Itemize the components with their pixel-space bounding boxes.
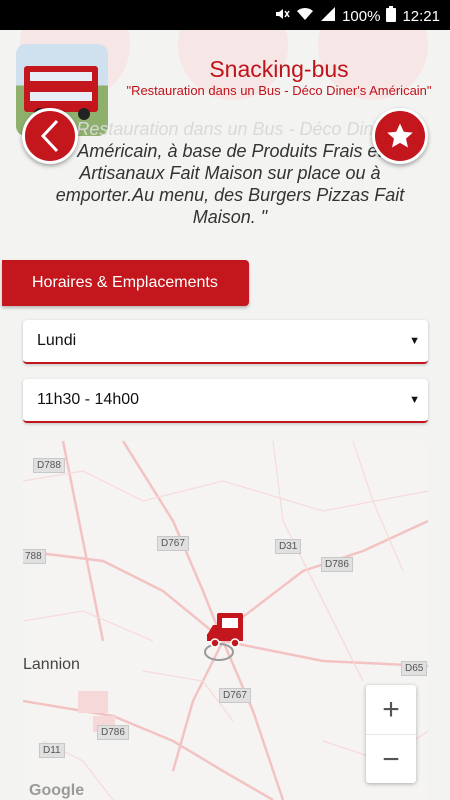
battery-level: 100% <box>342 7 381 25</box>
battery-icon <box>386 6 397 26</box>
time-select[interactable]: 11h30 - 14h00 ▼ <box>23 379 428 423</box>
back-button[interactable] <box>22 108 78 164</box>
road-label: D65 <box>401 661 428 676</box>
business-title: Snacking-bus <box>209 56 349 82</box>
map-attribution: Google <box>29 782 85 799</box>
signal-icon <box>320 6 336 26</box>
day-select-value: Lundi <box>37 332 77 349</box>
description-faded-line: Restauration dans un Bus - Déco Dine <box>76 119 384 139</box>
zoom-out-button[interactable]: − <box>366 734 416 783</box>
chevron-down-icon: ▼ <box>409 335 420 347</box>
location-map[interactable]: D788 788 D767 D31 D786 D65 D767 D786 D11… <box>23 441 428 800</box>
day-select[interactable]: Lundi ▼ <box>23 320 428 364</box>
chevron-down-icon: ▼ <box>409 394 420 406</box>
chevron-left-icon <box>40 119 59 153</box>
description-body: Américain, à base de Produits Frais et A… <box>55 141 405 227</box>
road-label: D11 <box>39 743 65 758</box>
description-text: Restauration dans un Bus - Déco Dine Amé… <box>50 118 410 228</box>
favorite-button[interactable] <box>372 108 428 164</box>
road-label: 788 <box>23 549 46 564</box>
section-header-hours-locations: Horaires & Emplacements <box>2 260 249 306</box>
road-label: D786 <box>321 557 353 572</box>
star-icon <box>387 123 413 148</box>
map-zoom-controls: + − <box>366 685 416 783</box>
road-label: D788 <box>33 458 65 473</box>
zoom-in-button[interactable]: + <box>366 685 416 734</box>
road-label: D767 <box>219 688 251 703</box>
bus-image <box>24 66 98 112</box>
road-label: D767 <box>157 536 189 551</box>
clock: 12:21 <box>402 7 440 25</box>
food-truck-icon[interactable] <box>205 611 247 659</box>
map-city-label: Lannion <box>23 656 80 673</box>
mute-icon <box>274 6 290 26</box>
road-label: D786 <box>97 725 129 740</box>
wifi-icon <box>296 6 314 26</box>
road-label: D31 <box>275 539 302 554</box>
business-subtitle: "Restauration dans un Bus - Déco Diner's… <box>126 83 432 98</box>
time-select-value: 11h30 - 14h00 <box>37 391 140 408</box>
status-bar: 100% 12:21 <box>0 0 450 30</box>
